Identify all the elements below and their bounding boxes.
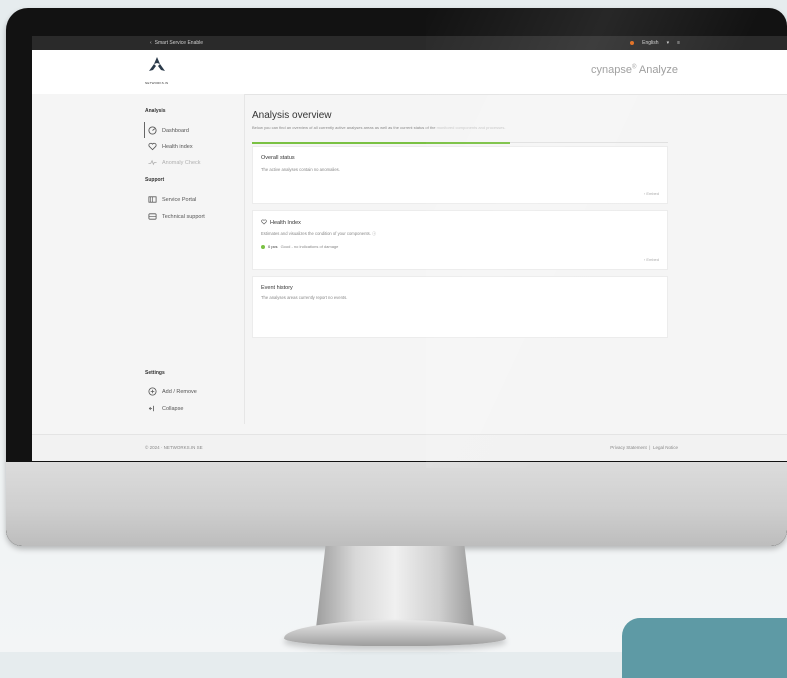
chevron-down-icon[interactable]: ▾	[667, 40, 670, 46]
sidebar-item-label: Collapse	[162, 405, 184, 412]
legal-notice-link[interactable]: Legal Notice	[653, 445, 678, 450]
top-bar-actions: English ▾ ≡	[630, 40, 680, 46]
monitor-frame: ‹ Smart Service Enable English ▾ ≡ NETWO…	[6, 8, 787, 546]
sidebar-item-collapse[interactable]: Collapse	[148, 404, 183, 413]
progress-bar	[252, 141, 510, 144]
footer-links: Privacy Statement | Legal Notice	[610, 445, 678, 450]
monitor-stand-neck	[316, 546, 474, 628]
card-event-history: Event history The analyses areas current…	[252, 276, 668, 338]
main-content: Analysis overview Below you can find an …	[252, 94, 672, 434]
sidebar: Analysis Dashboard Health index Anomaly …	[32, 94, 244, 434]
health-status: 0 pcs Good - no indications of damage	[261, 244, 338, 249]
menu-icon[interactable]: ≡	[677, 40, 680, 46]
chevron-left-icon: ‹	[150, 40, 152, 46]
copyright-text: © 2024 · NETWORKS.IN SE	[145, 445, 203, 450]
sidebar-item-label: Service Portal	[162, 196, 197, 203]
sidebar-item-health-index[interactable]: Health index	[148, 142, 193, 151]
sidebar-item-add-remove[interactable]: Add / Remove	[148, 387, 197, 396]
technical-support-icon	[148, 212, 157, 221]
card-title: Event history	[261, 285, 293, 291]
app-screen: ‹ Smart Service Enable English ▾ ≡ NETWO…	[32, 36, 787, 461]
sidebar-item-label: Anomaly Check	[162, 159, 201, 166]
sidebar-item-label: Dashboard	[162, 127, 189, 134]
card-title-text: Event history	[261, 285, 293, 291]
sidebar-item-label: Health index	[162, 143, 193, 150]
back-link[interactable]: ‹ Smart Service Enable	[150, 40, 203, 46]
sidebar-section-analysis: Analysis	[145, 108, 166, 114]
product-name-suffix: Analyze	[638, 64, 678, 76]
sidebar-divider	[244, 94, 245, 424]
page-title: Analysis overview	[252, 110, 332, 121]
health-index-icon	[148, 142, 157, 151]
sidebar-item-label: Technical support	[162, 213, 205, 220]
app-footer: © 2024 · NETWORKS.IN SE Privacy Statemen…	[32, 434, 787, 461]
card-title: Health Index	[261, 219, 301, 227]
page-description-muted: monitored components and processes.	[436, 125, 506, 130]
add-remove-icon	[148, 387, 157, 396]
card-text: Estimates and visualizes the condition o…	[261, 231, 376, 237]
logo-wordmark: NETWORKS.IN	[145, 81, 169, 85]
company-logo[interactable]: NETWORKS.IN	[145, 56, 169, 86]
health-status-text: Good - no indications of damage	[280, 244, 339, 249]
sidebar-item-technical-support[interactable]: Technical support	[148, 212, 205, 221]
health-status-count: 0 pcs	[268, 244, 278, 249]
card-expand-label: Embed	[646, 191, 659, 196]
card-title-text: Health Index	[270, 220, 301, 226]
sidebar-item-anomaly-check[interactable]: Anomaly Check	[148, 158, 201, 167]
status-dot-icon	[630, 41, 635, 45]
page-description: Below you can find an overview of all cu…	[252, 125, 506, 130]
back-link-label: Smart Service Enable	[154, 40, 204, 46]
sidebar-section-support: Support	[145, 177, 165, 183]
card-text: The analyses areas currently report no e…	[261, 295, 348, 300]
logo-icon	[149, 57, 165, 71]
sidebar-item-service-portal[interactable]: Service Portal	[148, 195, 196, 204]
page-description-text: Below you can find an overview of all cu…	[252, 125, 436, 130]
dashboard-icon	[148, 126, 157, 135]
top-bar: ‹ Smart Service Enable English ▾ ≡	[32, 36, 787, 50]
collapse-icon	[148, 404, 157, 413]
card-overall-status: Overall status The active analyses conta…	[252, 146, 668, 204]
card-health-index: Health Index Estimates and visualizes th…	[252, 210, 668, 270]
info-icon[interactable]: ⓘ	[372, 231, 376, 236]
card-text: The active analyses contain no anomalies…	[261, 167, 340, 172]
footer-separator: |	[649, 445, 651, 450]
language-selector[interactable]: English	[642, 40, 658, 46]
card-expand-link[interactable]: › Embed	[644, 257, 659, 262]
card-title: Overall status	[261, 155, 295, 161]
card-expand-label: Embed	[646, 257, 659, 262]
registered-mark: ®	[631, 64, 637, 71]
sidebar-item-label: Add / Remove	[162, 388, 197, 395]
card-text-body: Estimates and visualizes the condition o…	[261, 231, 371, 236]
privacy-link[interactable]: Privacy Statement	[610, 445, 647, 450]
sidebar-item-dashboard[interactable]: Dashboard	[144, 122, 189, 138]
app-header: NETWORKS.IN cynapse® Analyze	[32, 50, 787, 95]
card-title-text: Overall status	[261, 155, 295, 161]
anomaly-icon	[148, 158, 157, 167]
teal-corner-decoration	[622, 618, 787, 678]
sidebar-section-settings: Settings	[145, 370, 165, 376]
card-expand-link[interactable]: › Embed	[644, 191, 659, 196]
monitor-chin	[6, 462, 787, 546]
status-dot-icon	[261, 244, 265, 249]
product-name: cynapse® Analyze	[591, 64, 678, 76]
product-name-main: cynapse	[591, 64, 632, 76]
heart-icon	[261, 219, 267, 227]
service-portal-icon	[148, 195, 157, 204]
